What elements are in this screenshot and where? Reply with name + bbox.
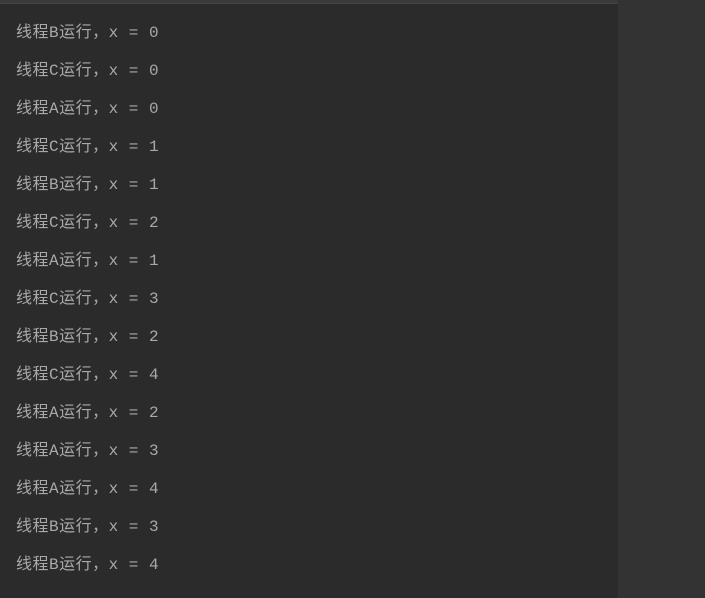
console-line: 线程B运行，x = 2 — [16, 318, 618, 356]
console-line: 线程A运行，x = 0 — [16, 90, 618, 128]
console-line: 线程C运行，x = 4 — [16, 356, 618, 394]
console-line: 线程B运行，x = 0 — [16, 14, 618, 52]
console-line: 线程C运行，x = 3 — [16, 280, 618, 318]
console-line: 线程B运行，x = 3 — [16, 508, 618, 546]
console-line: 线程C运行，x = 2 — [16, 204, 618, 242]
console-output: 线程B运行，x = 0 线程C运行，x = 0 线程A运行，x = 0 线程C运… — [0, 4, 618, 584]
console-line: 线程A运行，x = 1 — [16, 242, 618, 280]
console-line: 线程C运行，x = 0 — [16, 52, 618, 90]
console-line: 线程B运行，x = 4 — [16, 546, 618, 584]
console-line: 线程A运行，x = 2 — [16, 394, 618, 432]
console-line: 线程A运行，x = 4 — [16, 470, 618, 508]
right-panel — [618, 0, 705, 598]
console-line: 线程C运行，x = 1 — [16, 128, 618, 166]
console-line: 线程B运行，x = 1 — [16, 166, 618, 204]
console-line: 线程A运行，x = 3 — [16, 432, 618, 470]
